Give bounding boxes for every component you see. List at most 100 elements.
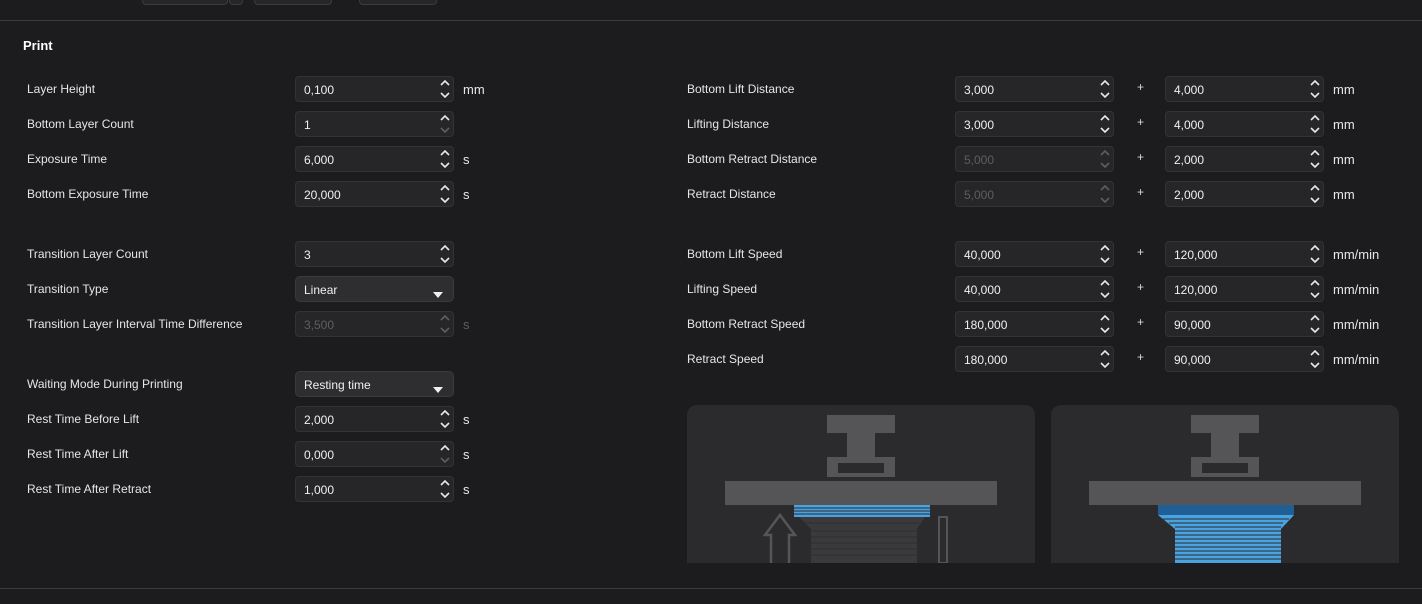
spin-down-icon[interactable]: [440, 419, 450, 430]
spinner[interactable]: [1097, 277, 1113, 301]
spin-up-icon[interactable]: [1310, 242, 1320, 253]
spin-down-icon[interactable]: [1100, 89, 1110, 100]
spin-up-icon[interactable]: [440, 147, 450, 158]
bottom-layer-count-input[interactable]: 1: [295, 111, 454, 137]
spin-down-icon[interactable]: [1100, 359, 1110, 370]
spin-up-icon[interactable]: [440, 477, 450, 488]
bottom-lift-distance-input-1[interactable]: 3,000: [955, 76, 1114, 102]
spin-down-icon[interactable]: [440, 489, 450, 500]
spin-down-icon[interactable]: [1310, 324, 1320, 335]
rest-before-lift-input[interactable]: 2,000: [295, 406, 454, 432]
spinner[interactable]: [1307, 112, 1323, 136]
toolbar-button[interactable]: [359, 0, 437, 5]
toolbar-button[interactable]: [254, 0, 332, 5]
exposure-time-input[interactable]: 6,000: [295, 146, 454, 172]
bottom-exposure-time-spinner[interactable]: [437, 182, 453, 206]
spin-down-icon[interactable]: [440, 254, 450, 265]
spin-down-icon[interactable]: [1310, 194, 1320, 205]
spin-up-icon[interactable]: [1100, 312, 1110, 323]
spin-up-icon[interactable]: [1310, 277, 1320, 288]
waiting-mode-select[interactable]: Resting time: [295, 371, 454, 397]
bottom-retract-distance-label: Bottom Retract Distance: [687, 152, 818, 166]
spin-up-icon[interactable]: [1310, 77, 1320, 88]
spin-up-icon[interactable]: [1310, 147, 1320, 158]
spin-up-icon[interactable]: [1100, 347, 1110, 358]
spin-down-icon[interactable]: [440, 194, 450, 205]
spin-up-icon[interactable]: [1100, 77, 1110, 88]
exposure-time-spinner[interactable]: [437, 147, 453, 171]
bottom-lift-speed-input-2[interactable]: 120,000: [1165, 241, 1324, 267]
spinner[interactable]: [1307, 347, 1323, 371]
bottom-retract-distance-input-2[interactable]: 2,000: [1165, 146, 1324, 172]
spin-down-icon[interactable]: [440, 124, 450, 135]
rest-after-lift-input[interactable]: 0,000: [295, 441, 454, 467]
spin-down-icon[interactable]: [440, 89, 450, 100]
rest-after-retract-spinner[interactable]: [437, 477, 453, 501]
spin-up-icon[interactable]: [440, 407, 450, 418]
spinner[interactable]: [1097, 77, 1113, 101]
toolbar-field[interactable]: [142, 0, 228, 5]
spin-down-icon[interactable]: [440, 159, 450, 170]
spinner[interactable]: [1307, 242, 1323, 266]
bottom-layer-count-spinner[interactable]: [437, 112, 453, 136]
bottom-lift-distance-input-2[interactable]: 4,000: [1165, 76, 1324, 102]
bottom-lift-speed-input-1[interactable]: 40,000: [955, 241, 1114, 267]
top-toolbar: [0, 0, 1422, 21]
spinner[interactable]: [1307, 182, 1323, 206]
layer-height-input[interactable]: 0,100: [295, 76, 454, 102]
spin-up-icon[interactable]: [1100, 112, 1110, 123]
spinner[interactable]: [1307, 277, 1323, 301]
spin-down-icon[interactable]: [1310, 89, 1320, 100]
retract-speed-input-2[interactable]: 90,000: [1165, 346, 1324, 372]
retract-speed-input-1[interactable]: 180,000: [955, 346, 1114, 372]
lifting-speed-input-1[interactable]: 40,000: [955, 276, 1114, 302]
spinner[interactable]: [1307, 77, 1323, 101]
lifting-distance-input-2[interactable]: 4,000: [1165, 111, 1324, 137]
spin-down-icon[interactable]: [1310, 124, 1320, 135]
spinner[interactable]: [1307, 312, 1323, 336]
toolbar-spin[interactable]: [229, 0, 243, 5]
spin-down-icon[interactable]: [1100, 124, 1110, 135]
spinner[interactable]: [1097, 312, 1113, 336]
retract-distance-input-2[interactable]: 2,000: [1165, 181, 1324, 207]
spin-down-icon[interactable]: [1100, 289, 1110, 300]
spin-up-icon[interactable]: [440, 112, 450, 123]
transition-layer-count-spinner[interactable]: [437, 242, 453, 266]
lifting-distance-input-1[interactable]: 3,000: [955, 111, 1114, 137]
spin-down-icon[interactable]: [440, 454, 450, 465]
spin-up-icon[interactable]: [1310, 112, 1320, 123]
rest-before-lift-spinner[interactable]: [437, 407, 453, 431]
bottom-retract-speed-input-1[interactable]: 180,000: [955, 311, 1114, 337]
bottom-retract-speed-input-2[interactable]: 90,000: [1165, 311, 1324, 337]
spin-down-icon[interactable]: [1100, 254, 1110, 265]
spinner[interactable]: [1307, 147, 1323, 171]
spin-up-icon[interactable]: [440, 242, 450, 253]
spin-up-icon[interactable]: [1310, 347, 1320, 358]
spinner[interactable]: [1097, 347, 1113, 371]
spinner[interactable]: [1097, 112, 1113, 136]
lifting-speed-input-2[interactable]: 120,000: [1165, 276, 1324, 302]
plus-sign: +: [1137, 280, 1145, 294]
spin-down-icon[interactable]: [1310, 159, 1320, 170]
transition-type-select[interactable]: Linear: [295, 276, 454, 302]
spin-down-icon[interactable]: [1100, 324, 1110, 335]
spin-down-icon[interactable]: [1310, 254, 1320, 265]
dropdown-caret-icon: [433, 287, 443, 301]
spin-up-icon[interactable]: [440, 442, 450, 453]
layer-height-spinner[interactable]: [437, 77, 453, 101]
spin-up-icon[interactable]: [1310, 182, 1320, 193]
lifting-distance-row: Lifting Distance 3,000 + 4,000 mm: [687, 111, 1397, 137]
transition-layer-count-input[interactable]: 3: [295, 241, 454, 267]
spin-up-icon[interactable]: [1100, 277, 1110, 288]
spin-down-icon[interactable]: [1310, 289, 1320, 300]
retract-distance-value-2: 2,000: [1174, 188, 1205, 202]
spin-up-icon[interactable]: [440, 182, 450, 193]
spin-up-icon[interactable]: [440, 77, 450, 88]
spin-up-icon[interactable]: [1310, 312, 1320, 323]
rest-after-retract-input[interactable]: 1,000: [295, 476, 454, 502]
spinner[interactable]: [1097, 242, 1113, 266]
bottom-exposure-time-input[interactable]: 20,000: [295, 181, 454, 207]
spin-up-icon[interactable]: [1100, 242, 1110, 253]
spin-down-icon[interactable]: [1310, 359, 1320, 370]
rest-after-lift-spinner[interactable]: [437, 442, 453, 466]
